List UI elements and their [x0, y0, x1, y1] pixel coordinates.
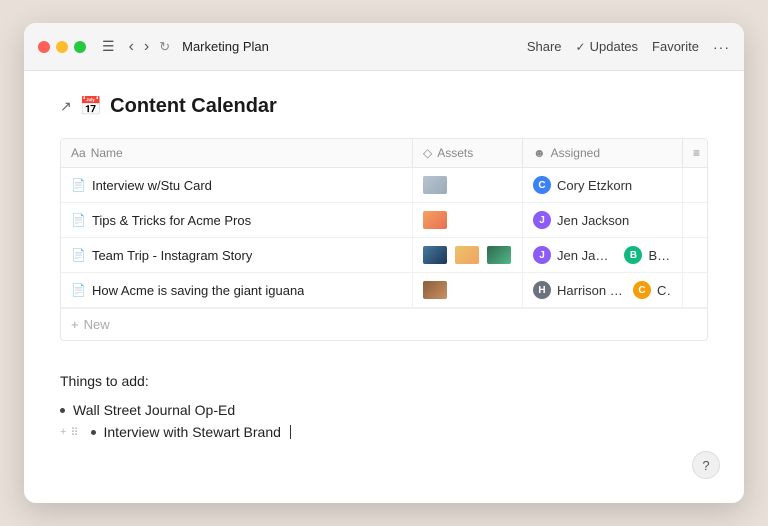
assigned-cell: J Jen Jackson B Beez [523, 238, 683, 272]
col-header-assigned: ☻ Assigned [523, 139, 683, 167]
minimize-dot[interactable] [56, 41, 68, 53]
col-header-assets: ◇ Assets [413, 139, 523, 167]
name-col-icon: Aa [71, 146, 86, 160]
bullet-dot-icon [91, 430, 96, 435]
list-item-active[interactable]: + ⠿ Interview with Stewart Brand [60, 421, 708, 443]
new-row-button[interactable]: + New [61, 308, 707, 340]
updates-button[interactable]: ✓ Updates [576, 39, 638, 54]
bullet-dot-icon [60, 408, 65, 413]
breadcrumb-arrow-icon: ↗ [60, 98, 72, 115]
titlebar: ☰ ‹ › ↻ Marketing Plan Share ✓ Updates F… [24, 23, 744, 71]
avatar-2: B [624, 246, 642, 264]
avatar-2: C [633, 281, 651, 299]
col-header-name: Aa Name [61, 139, 413, 167]
more-button[interactable]: ··· [713, 39, 730, 55]
name-cell: 📄 Tips & Tricks for Acme Pros [61, 203, 413, 237]
asset-thumb-4 [423, 281, 447, 299]
refresh-icon[interactable]: ↻ [159, 39, 170, 55]
notes-title: Things to add: [60, 373, 708, 389]
row-extra-cell [683, 168, 707, 202]
assets-cell [413, 238, 523, 272]
close-dot[interactable] [38, 41, 50, 53]
assigned-cell: J Jen Jackson [523, 203, 683, 237]
row-doc-icon: 📄 [71, 248, 86, 262]
page-header: ↗ 📅 Content Calendar [60, 95, 708, 118]
text-cursor [290, 425, 291, 439]
nav-buttons: ‹ › [127, 36, 152, 58]
row-extra-cell [683, 238, 707, 272]
drag-icon: ⠿ [70, 426, 78, 439]
database-table: Aa Name ◇ Assets ☻ Assigned ≡ [60, 138, 708, 341]
favorite-button[interactable]: Favorite [652, 39, 699, 54]
row-extra-cell [683, 273, 707, 307]
titlebar-actions: Share ✓ Updates Favorite ··· [527, 39, 730, 55]
assets-cell [413, 168, 523, 202]
row-extra-cell [683, 203, 707, 237]
assigned-cell: C Cory Etzkorn [523, 168, 683, 202]
assigned-col-icon: ☻ [533, 146, 546, 160]
list-item: Wall Street Journal Op-Ed [60, 399, 708, 421]
col-header-more[interactable]: ≡ [683, 139, 707, 167]
add-icon: + [60, 426, 66, 438]
name-cell: 📄 Interview w/Stu Card [61, 168, 413, 202]
assets-cell [413, 273, 523, 307]
calendar-icon: 📅 [80, 96, 102, 117]
forward-button[interactable]: › [142, 36, 151, 58]
table-row[interactable]: 📄 Interview w/Stu Card C Cory Etzkorn [61, 168, 707, 203]
page-title: Content Calendar [110, 95, 277, 118]
table-row[interactable]: 📄 Tips & Tricks for Acme Pros J Jen Jack… [61, 203, 707, 238]
row-doc-icon: 📄 [71, 283, 86, 297]
assigned-cell: H Harrison Medoff C Cor [523, 273, 683, 307]
table-header: Aa Name ◇ Assets ☻ Assigned ≡ [61, 139, 707, 168]
help-button[interactable]: ? [692, 451, 720, 479]
back-button[interactable]: ‹ [127, 36, 136, 58]
assets-col-icon: ◇ [423, 146, 432, 160]
more-cols-icon: ≡ [693, 146, 700, 160]
menu-icon[interactable]: ☰ [102, 38, 115, 55]
table-row[interactable]: 📄 Team Trip - Instagram Story J Jen Jack… [61, 238, 707, 273]
fullscreen-dot[interactable] [74, 41, 86, 53]
avatar: J [533, 246, 551, 264]
name-cell: 📄 How Acme is saving the giant iguana [61, 273, 413, 307]
name-cell: 📄 Team Trip - Instagram Story [61, 238, 413, 272]
window-title: Marketing Plan [182, 39, 269, 54]
asset-thumb-3c [487, 246, 511, 264]
plus-icon: + [71, 317, 79, 332]
share-button[interactable]: Share [527, 39, 562, 54]
assets-cell [413, 203, 523, 237]
avatar: J [533, 211, 551, 229]
avatar: H [533, 281, 551, 299]
bullet-list: Wall Street Journal Op-Ed + ⠿ Interview … [60, 399, 708, 443]
app-window: ☰ ‹ › ↻ Marketing Plan Share ✓ Updates F… [24, 23, 744, 503]
asset-thumb-3b [455, 246, 479, 264]
asset-thumb-1 [423, 176, 447, 194]
traffic-lights [38, 41, 86, 53]
table-row[interactable]: 📄 How Acme is saving the giant iguana H … [61, 273, 707, 308]
asset-thumb-3a [423, 246, 447, 264]
row-doc-icon: 📄 [71, 178, 86, 192]
content-area: ↗ 📅 Content Calendar Aa Name ◇ Assets [24, 71, 744, 503]
check-icon: ✓ [576, 40, 586, 54]
avatar: C [533, 176, 551, 194]
row-doc-icon: 📄 [71, 213, 86, 227]
notes-section: Things to add: Wall Street Journal Op-Ed… [60, 373, 708, 443]
row-controls: + ⠿ [60, 426, 79, 439]
asset-thumb-2 [423, 211, 447, 229]
